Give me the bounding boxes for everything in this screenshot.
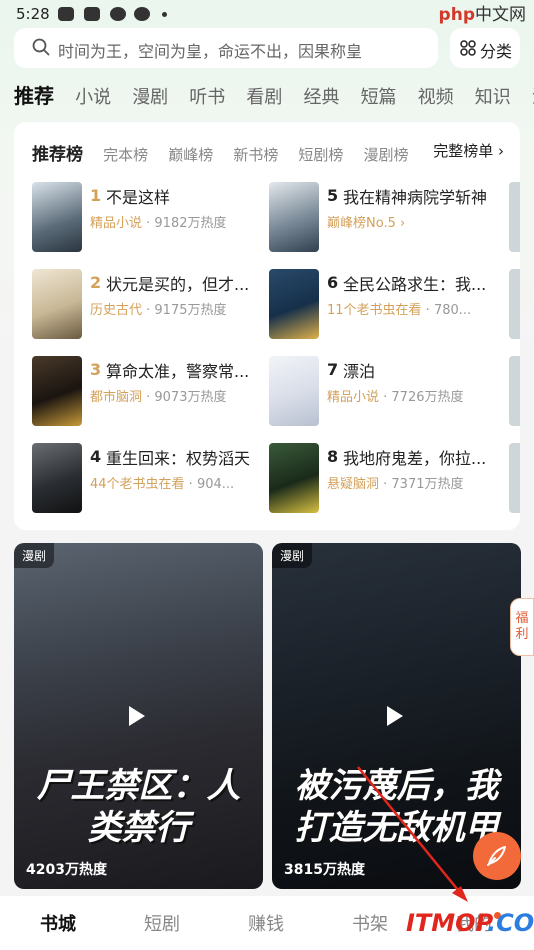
book-title: 不是这样 [106, 188, 171, 207]
tab-classic[interactable]: 经典 [303, 83, 339, 109]
book-cover [269, 182, 319, 252]
book-title: 状元是买的，但才... [106, 275, 250, 294]
video-badge: 漫剧 [14, 543, 55, 568]
tab-video[interactable]: 视频 [418, 83, 454, 109]
book-meta: 精品小说 · 7726万热度 [327, 390, 464, 405]
list-item[interactable]: 3 算命太准，警察常... 都市脑洞 · 9073万热度 [32, 356, 260, 428]
book-cover [32, 269, 82, 339]
tab-audiobook[interactable]: 听书 [189, 83, 225, 109]
search-placeholder: 时间为王，空间为皇，命运不出，因果称皇 [58, 42, 363, 61]
notification-icon [84, 7, 100, 21]
tab-comic-drama[interactable]: 漫剧 [132, 83, 168, 109]
tab-watch-drama[interactable]: 看剧 [246, 83, 282, 109]
tab-recommend[interactable]: 推荐 [14, 80, 54, 109]
book-cover [32, 443, 82, 513]
nav-bookstore[interactable]: 书城 [40, 910, 76, 936]
rank-number: 2 [90, 273, 102, 292]
tab-novel[interactable]: 小说 [75, 83, 111, 109]
book-cover-partial [509, 182, 520, 252]
book-title: 漂泊 [343, 362, 376, 381]
subtab-comic-drama[interactable]: 漫剧榜 [364, 144, 409, 165]
list-item[interactable]: 5 我在精神病院学斩神 巅峰榜No.5 › [269, 182, 497, 254]
subtab-peak[interactable]: 巅峰榜 [168, 144, 213, 165]
book-title: 重生回来：权势滔天 [106, 449, 251, 468]
tab-short-story[interactable]: 短篇 [361, 83, 397, 109]
status-time: 5:28 [16, 5, 50, 23]
subtab-new[interactable]: 新书榜 [233, 144, 278, 165]
book-cover-partial [509, 269, 520, 339]
book-cover-partial [509, 356, 520, 426]
tab-knowledge[interactable]: 知识 [475, 83, 511, 109]
notification-icon [58, 7, 74, 21]
book-title: 全民公路求生：我... [343, 275, 487, 294]
book-title: 我在精神病院学斩神 [343, 188, 488, 207]
rank-number: 6 [327, 273, 339, 292]
book-title: 算命太准，警察常... [106, 362, 250, 381]
play-icon[interactable] [387, 706, 403, 726]
list-item[interactable]: 8 我地府鬼差，你拉... 悬疑脑洞 · 7371万热度 [269, 443, 497, 515]
more-notifications-dot [162, 12, 167, 17]
rank-number: 8 [327, 447, 339, 466]
rank-number: 5 [327, 186, 339, 205]
search-icon [32, 38, 50, 56]
book-meta: 历史古代 · 9175万热度 [90, 303, 227, 318]
book-meta: 精品小说 · 9182万热度 [90, 216, 227, 231]
full-list-link[interactable]: 完整榜单 › [433, 140, 504, 161]
book-cover [269, 269, 319, 339]
video-card[interactable]: 漫剧 尸王禁区：人类禁行 4203万热度 [14, 543, 263, 889]
subtab-short-drama[interactable]: 短剧榜 [298, 144, 343, 165]
top-tabs: 推荐 小说 漫剧 听书 看剧 经典 短篇 视频 知识 漫 [14, 80, 534, 112]
list-item[interactable]: 1 不是这样 精品小说 · 9182万热度 [32, 182, 260, 254]
nav-bookshelf[interactable]: 书架 [352, 910, 388, 936]
video-art-title: 尸王禁区：人类禁行 [36, 766, 241, 848]
video-badge: 漫剧 [272, 543, 313, 568]
subtab-completed[interactable]: 完本榜 [103, 144, 148, 165]
subtab-recommend[interactable]: 推荐榜 [32, 140, 83, 165]
book-meta: 巅峰榜No.5 › [327, 216, 406, 231]
book-cover [32, 182, 82, 252]
book-cover-partial [509, 443, 520, 513]
book-meta: 44个老书虫在看 · 904... [90, 477, 235, 492]
list-item[interactable]: 7 漂泊 精品小说 · 7726万热度 [269, 356, 497, 428]
category-button[interactable]: 分类 [450, 28, 520, 68]
rank-number: 4 [90, 447, 102, 466]
book-meta: 都市脑洞 · 9073万热度 [90, 390, 227, 405]
nav-earn[interactable]: 赚钱 [248, 910, 284, 936]
play-icon[interactable] [129, 706, 145, 726]
welfare-badge[interactable]: 福利 [510, 598, 534, 656]
book-cover [269, 356, 319, 426]
rank-number: 3 [90, 360, 102, 379]
grid-icon [460, 40, 476, 56]
list-item[interactable]: 4 重生回来：权势滔天 44个老书虫在看 · 904... [32, 443, 260, 515]
book-cover [32, 356, 82, 426]
category-label: 分类 [480, 42, 513, 61]
search-bar[interactable]: 时间为王，空间为皇，命运不出，因果称皇 [14, 28, 438, 68]
feather-icon [487, 846, 506, 866]
list-item[interactable]: 2 状元是买的，但才... 历史古代 · 9175万热度 [32, 269, 260, 341]
watermark-logo-bottom: ITMOP.COM [406, 909, 534, 937]
book-title: 我地府鬼差，你拉... [343, 449, 487, 468]
app-icon [134, 7, 150, 21]
list-item[interactable]: 6 全民公路求生：我... 11个老书虫在看 · 780... [269, 269, 497, 341]
watermark-logo: php中文网 [438, 5, 526, 25]
rank-number: 1 [90, 186, 102, 205]
book-cover [269, 443, 319, 513]
app-icon [110, 7, 126, 21]
video-popularity: 4203万热度 [26, 862, 107, 878]
book-meta: 悬疑脑洞 · 7371万热度 [327, 477, 464, 492]
book-meta: 11个老书虫在看 · 780... [327, 303, 472, 318]
nav-short-drama[interactable]: 短剧 [144, 910, 180, 936]
video-popularity: 3815万热度 [284, 862, 365, 878]
ranking-subtabs: 推荐榜 完本榜 巅峰榜 新书榜 短剧榜 漫剧榜 [32, 140, 424, 165]
write-button[interactable] [473, 832, 521, 880]
rank-number: 7 [327, 360, 339, 379]
ranking-card: 推荐榜 完本榜 巅峰榜 新书榜 短剧榜 漫剧榜 完整榜单 › 1 不是这样 精品… [14, 122, 520, 530]
